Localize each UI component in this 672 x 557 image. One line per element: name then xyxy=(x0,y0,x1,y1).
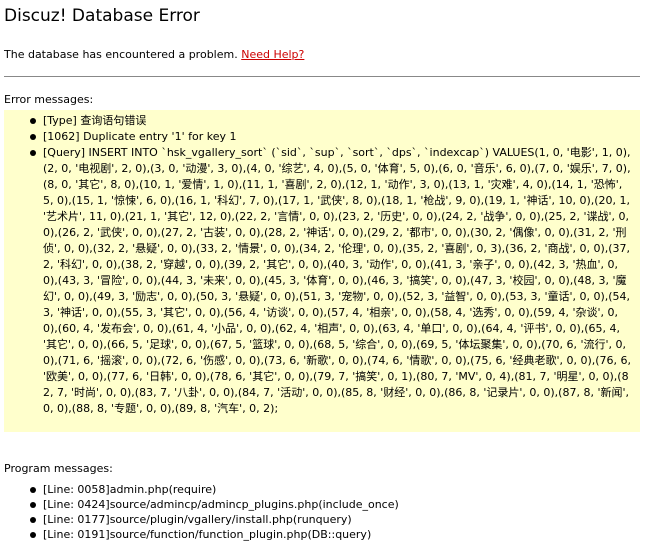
bullet-icon xyxy=(30,118,36,124)
error-message-item: [1062] Duplicate entry '1' for key 1 xyxy=(4,129,636,145)
program-messages-heading: Program messages: xyxy=(4,462,113,475)
divider xyxy=(4,76,640,77)
error-info-text: The database has encountered a problem. xyxy=(4,48,238,61)
error-message-item: [Type] 查询语句错误 xyxy=(4,113,636,129)
program-message-text: [Line: 0177]source/plugin/vgallery/insta… xyxy=(43,513,352,526)
error-message-text: [Type] 查询语句错误 xyxy=(43,114,147,127)
bullet-icon xyxy=(30,517,36,523)
program-message-item: [Line: 0177]source/plugin/vgallery/insta… xyxy=(0,512,660,527)
program-message-item: [Line: 0058]admin.php(require) xyxy=(0,482,660,497)
program-message-item: [Line: 0424]source/admincp/admincp_plugi… xyxy=(0,497,660,512)
error-message-text: [1062] Duplicate entry '1' for key 1 xyxy=(43,130,237,143)
bullet-icon xyxy=(30,502,36,508)
bullet-icon xyxy=(30,134,36,140)
program-messages-list: [Line: 0058]admin.php(require) [Line: 04… xyxy=(0,482,660,542)
error-query-text: [Query] INSERT INTO `hsk_vgallery_sort` … xyxy=(43,146,632,415)
bullet-icon xyxy=(30,150,36,156)
program-message-text: [Line: 0424]source/admincp/admincp_plugi… xyxy=(43,498,399,511)
error-messages-heading: Error messages: xyxy=(4,93,94,106)
bullet-icon xyxy=(30,487,36,493)
error-message-item: [Query] INSERT INTO `hsk_vgallery_sort` … xyxy=(4,145,636,417)
error-messages-box: [Type] 查询语句错误 [1062] Duplicate entry '1'… xyxy=(4,110,640,432)
error-messages-list: [Type] 查询语句错误 [1062] Duplicate entry '1'… xyxy=(4,110,640,417)
need-help-link[interactable]: Need Help? xyxy=(241,48,304,61)
program-message-text: [Line: 0191]source/function/function_plu… xyxy=(43,528,372,541)
program-message-text: [Line: 0058]admin.php(require) xyxy=(43,483,217,496)
error-info-line: The database has encountered a problem. … xyxy=(4,47,304,63)
page-title: Discuz! Database Error xyxy=(4,6,200,26)
program-message-item: [Line: 0191]source/function/function_plu… xyxy=(0,527,660,542)
bullet-icon xyxy=(30,532,36,538)
